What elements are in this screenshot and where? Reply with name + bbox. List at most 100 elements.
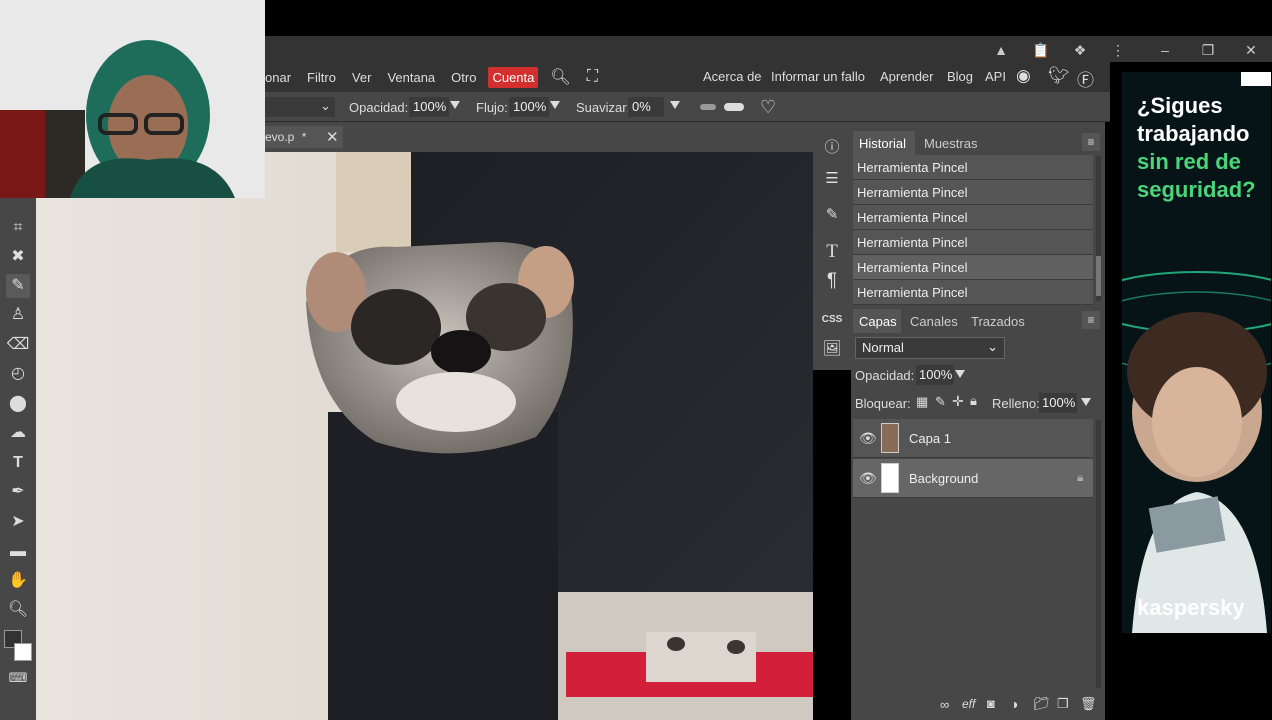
link-about[interactable]: Acerca de (703, 69, 762, 84)
background-color-swatch[interactable] (14, 643, 32, 661)
menu-item-ver[interactable]: Ver (344, 70, 380, 85)
chevron-up-icon[interactable]: ▲ (988, 40, 1014, 60)
layer-row-capa-1[interactable]: 👁︎ Capa 1 (853, 419, 1093, 458)
tab-canales[interactable]: Canales (910, 314, 958, 329)
healing-brush-icon[interactable]: ✖ (6, 245, 30, 269)
layers-menu-icon[interactable]: ≡ (1082, 311, 1100, 329)
layer-opacity-label: Opacidad: (855, 368, 915, 383)
new-layer-icon[interactable]: ❐ (1057, 696, 1069, 712)
canvas-workspace[interactable] (36, 152, 813, 720)
blend-mode-select[interactable]: Normal ⌄ (855, 337, 1005, 359)
paint-bucket-icon[interactable]: ◴ (6, 362, 30, 386)
blur-icon[interactable]: ⬤ (6, 392, 30, 416)
layers-scrollbar[interactable] (1096, 420, 1101, 688)
link-blog[interactable]: Blog (947, 69, 973, 84)
facebook-icon[interactable]: Ⓕ (1077, 66, 1094, 91)
extension-icon[interactable]: ❖ (1067, 40, 1093, 60)
history-item[interactable]: Herramienta Pincel (853, 205, 1093, 230)
adjustment-layer-icon[interactable]: ◑ (1010, 696, 1018, 712)
eye-icon[interactable]: 👁︎ (859, 470, 877, 487)
history-menu-icon[interactable]: ≡ (1082, 133, 1100, 151)
tab-historial[interactable]: Historial (859, 136, 906, 151)
twitter-icon[interactable]: 🐦︎ (1048, 66, 1070, 86)
ferret-photo[interactable] (36, 152, 813, 720)
pressure-opacity-icon[interactable] (700, 104, 716, 110)
lock-all-icon[interactable]: 🔒︎ (970, 393, 977, 409)
effects-icon[interactable]: eff (962, 697, 975, 711)
tab-muestras[interactable]: Muestras (924, 136, 977, 151)
character-icon[interactable]: T (820, 240, 844, 264)
link-learn[interactable]: Aprender (880, 69, 933, 84)
restore-icon[interactable]: ❐ (1195, 40, 1221, 60)
hand-icon[interactable]: ✋ (6, 569, 30, 593)
reddit-icon[interactable]: ◉ (1016, 66, 1031, 86)
fullscreen-icon[interactable]: ⛶ (579, 68, 606, 86)
tab-trazados[interactable]: Trazados (971, 314, 1025, 329)
link-layers-icon[interactable]: ∞ (940, 697, 949, 712)
pressure-size-icon[interactable] (724, 103, 744, 111)
smooth-input[interactable]: 0% (628, 97, 664, 117)
history-item[interactable]: Herramienta Pincel (853, 280, 1093, 305)
clone-stamp-icon[interactable]: ♙ (6, 303, 30, 327)
modified-indicator: * (301, 130, 307, 144)
history-item[interactable]: Herramienta Pincel (853, 155, 1093, 180)
lock-transparency-icon[interactable]: ▦ (916, 394, 928, 410)
pen-icon[interactable]: ✒ (6, 480, 30, 504)
flow-dropdown-icon[interactable] (550, 101, 560, 109)
eye-icon[interactable]: 👁︎ (859, 430, 877, 447)
rectangle-icon[interactable]: ▬ (6, 540, 30, 564)
fill-input[interactable]: 100% (1039, 393, 1077, 413)
history-item[interactable]: Herramienta Pincel (853, 230, 1093, 255)
path-select-icon[interactable]: ➤ (6, 510, 30, 534)
menu-item-onar[interactable]: onar (265, 70, 299, 85)
lock-position-icon[interactable]: ✛ (952, 393, 964, 410)
type-tool-icon[interactable]: T (6, 451, 30, 475)
css-icon[interactable]: CSS (820, 308, 844, 332)
clipboard-icon[interactable]: 📋 (1028, 40, 1054, 60)
screen: ▲ 📋 ❖ ⋮ – ❐ ✕ onar Filtro Ver Ventana Ot… (0, 0, 1272, 720)
fill-dropdown-icon[interactable] (1081, 398, 1091, 406)
minimize-icon[interactable]: – (1152, 40, 1178, 60)
crop-icon[interactable]: ⌗ (6, 216, 30, 240)
image-icon[interactable]: 🖼︎ (820, 337, 844, 361)
account-button[interactable]: Cuenta (488, 66, 539, 88)
eraser-icon[interactable]: ⌫ (6, 333, 30, 357)
brush-icon[interactable]: ✎ (6, 274, 30, 298)
adjustments-icon[interactable]: ☰ (820, 167, 844, 191)
tab-capas[interactable]: Capas (859, 314, 897, 329)
keyboard-icon[interactable]: ⌨ (6, 666, 30, 690)
search-icon[interactable]: 🔍︎ (542, 67, 578, 87)
history-scrollbar-thumb[interactable] (1096, 256, 1101, 296)
paragraph-icon[interactable]: ¶ (820, 269, 844, 293)
lock-pixels-icon[interactable]: ✎ (935, 394, 946, 410)
smooth-label: Suavizar: (576, 100, 631, 115)
menu-item-ventana[interactable]: Ventana (379, 70, 443, 85)
layer-row-background[interactable]: 👁︎ Background 🔒︎ (853, 459, 1093, 498)
layer-opacity-dropdown-icon[interactable] (955, 370, 965, 378)
folder-icon[interactable]: 📁︎ (1033, 696, 1050, 712)
lock-icon: 🔒︎ (1077, 470, 1084, 484)
mask-icon[interactable]: ◙ (987, 696, 995, 711)
layer-name: Capa 1 (909, 431, 951, 446)
brush-settings-icon[interactable]: ✎ (820, 203, 844, 227)
ad-choices-icon[interactable] (1241, 72, 1271, 86)
trash-icon[interactable]: 🗑︎ (1080, 696, 1097, 712)
link-report-bug[interactable]: Informar un fallo (771, 69, 865, 84)
history-item[interactable]: Herramienta Pincel (853, 180, 1093, 205)
link-api[interactable]: API (985, 69, 1006, 84)
flow-input[interactable]: 100% (509, 97, 549, 117)
menu-item-otro[interactable]: Otro (443, 70, 484, 85)
opacity-input[interactable]: 100% (409, 97, 449, 117)
menu-item-filtro[interactable]: Filtro (299, 70, 344, 85)
opacity-dropdown-icon[interactable] (450, 101, 460, 109)
layer-opacity-input[interactable]: 100% (916, 365, 954, 385)
sponge-icon[interactable]: ☁ (6, 421, 30, 445)
zoom-icon[interactable]: 🔍︎ (6, 598, 30, 622)
heart-icon[interactable]: ♡ (760, 97, 776, 118)
more-icon[interactable]: ⋮ (1105, 40, 1131, 60)
smooth-dropdown-icon[interactable] (670, 101, 680, 109)
info-icon[interactable]: ⓘ (820, 136, 844, 160)
close-window-icon[interactable]: ✕ (1238, 40, 1264, 60)
history-item[interactable]: Herramienta Pincel (853, 255, 1093, 280)
close-tab-icon[interactable]: ✕ (326, 128, 339, 146)
